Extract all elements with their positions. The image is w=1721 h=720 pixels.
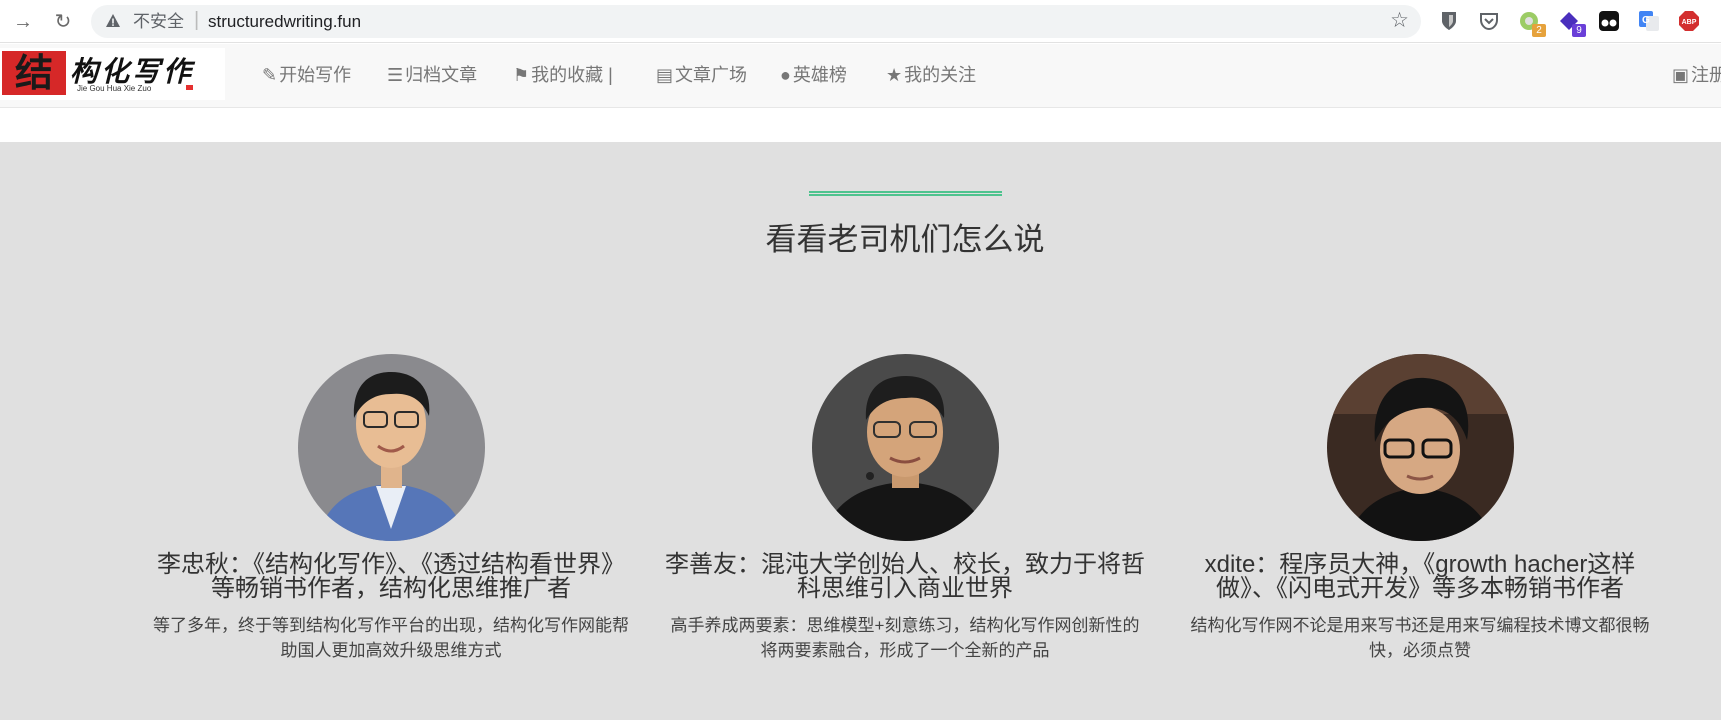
testimonial-text: 高手养成两要素：思维模型+刻意练习，结构化写作网创新性的将两要素融合，形成了一个…	[670, 616, 1140, 660]
svg-text:G: G	[1642, 15, 1650, 26]
nav-my-following[interactable]: ★ 我的关注	[886, 64, 976, 86]
browser-toolbar: → ↻ 不安全 | structuredwriting.fun ☆ 2 9 G …	[0, 0, 1721, 43]
register-icon: ▣	[1672, 65, 1690, 85]
extension-badge: 2	[1532, 24, 1546, 37]
site-logo[interactable]: 结 构化写作 Jie Gou Hua Xie Zuo	[0, 48, 225, 100]
user-icon: ●	[780, 65, 791, 85]
logo-pinyin: Jie Gou Hua Xie Zuo	[77, 84, 152, 93]
nav-my-favorites[interactable]: ⚑ 我的收藏 |	[513, 64, 613, 86]
site-navbar: 结 构化写作 Jie Gou Hua Xie Zuo ✎ 开始写作 ☰ 归档文章 ⚑…	[0, 44, 1721, 108]
green-extension-icon[interactable]: 2	[1518, 10, 1546, 37]
avatar	[1326, 354, 1514, 541]
bitwarden-extension-icon[interactable]	[1438, 10, 1460, 32]
testimonial-title: 李忠秋：《结构化写作》、《透过结构看世界》等畅销书作者，结构化思维推广者	[157, 551, 625, 602]
testimonial-card: 李善友：混沌大学创始人、校长，致力于将哲科思维引入商业世界 高手养成两要素：思维…	[665, 354, 1145, 663]
testimonial-card: 李忠秋：《结构化写作》、《透过结构看世界》等畅销书作者，结构化思维推广者 等了多…	[151, 354, 631, 663]
adblock-plus-extension-icon[interactable]: ABP	[1678, 10, 1700, 32]
nav-label: 我的收藏 |	[531, 65, 613, 85]
testimonial-title: 李善友：混沌大学创始人、校长，致力于将哲科思维引入商业世界	[665, 551, 1145, 602]
testimonial-title: xdite：程序员大神，《growth hacher这样做》、《闪电式开发》等多…	[1204, 551, 1636, 602]
address-bar[interactable]: 不安全 | structuredwriting.fun ☆	[91, 5, 1421, 38]
nav-label: 文章广场	[675, 65, 748, 85]
bookmark-star-icon[interactable]: ☆	[1390, 9, 1409, 33]
avatar	[811, 354, 999, 541]
insecure-label: 不安全	[133, 12, 184, 31]
extension-badge: 9	[1572, 24, 1586, 37]
testimonials-section: 看看老司机们怎么说 李忠秋：《结构化写作》、《透过结构看世界》等畅销书作者，结构…	[0, 142, 1721, 720]
logo-red-mark	[186, 85, 193, 90]
section-divider	[809, 191, 1002, 196]
nav-label: 注册	[1691, 65, 1721, 85]
forward-icon[interactable]: →	[10, 9, 36, 35]
testimonial-text: 结构化写作网不论是用来写书还是用来写编程技术博文都很畅快，必须点赞	[1190, 616, 1650, 660]
nav-leaderboard[interactable]: ● 英雄榜	[780, 64, 847, 86]
star-icon: ★	[886, 65, 903, 85]
nav-start-writing[interactable]: ✎ 开始写作	[262, 64, 351, 86]
list-icon: ☰	[387, 65, 404, 85]
google-translate-extension-icon[interactable]: G	[1638, 10, 1660, 32]
nav-label: 英雄榜	[792, 65, 847, 85]
pencil-icon: ✎	[262, 65, 278, 85]
nav-label: 我的关注	[904, 65, 977, 85]
url-text[interactable]: structuredwriting.fun	[208, 11, 361, 32]
testimonial-card: xdite：程序员大神，《growth hacher这样做》、《闪电式开发》等多…	[1180, 354, 1660, 663]
adblock-plus-label: ABP	[1682, 19, 1697, 26]
purple-extension-icon[interactable]: 9	[1558, 10, 1586, 37]
pocket-extension-icon[interactable]	[1478, 10, 1500, 32]
logo-seal: 结	[2, 51, 66, 95]
nav-label: 开始写作	[279, 65, 352, 85]
nav-article-square[interactable]: ▤ 文章广场	[656, 64, 747, 86]
testimonial-text: 等了多年，终于等到结构化写作平台的出现，结构化写作网能帮助国人更加高效升级思维方…	[153, 616, 629, 660]
bookmark-icon: ⚑	[513, 65, 530, 85]
avatar	[297, 354, 485, 541]
nav-label: 归档文章	[405, 65, 478, 85]
nav-archived-articles[interactable]: ☰ 归档文章	[387, 64, 477, 86]
nav-register[interactable]: ▣ 注册	[1672, 64, 1721, 86]
document-icon: ▤	[656, 65, 674, 85]
tampermonkey-extension-icon[interactable]	[1598, 10, 1620, 32]
reload-icon[interactable]: ↻	[50, 9, 76, 35]
section-heading: 看看老司机们怎么说	[765, 222, 1045, 257]
warning-icon	[106, 14, 120, 27]
url-separator: |	[194, 9, 200, 31]
